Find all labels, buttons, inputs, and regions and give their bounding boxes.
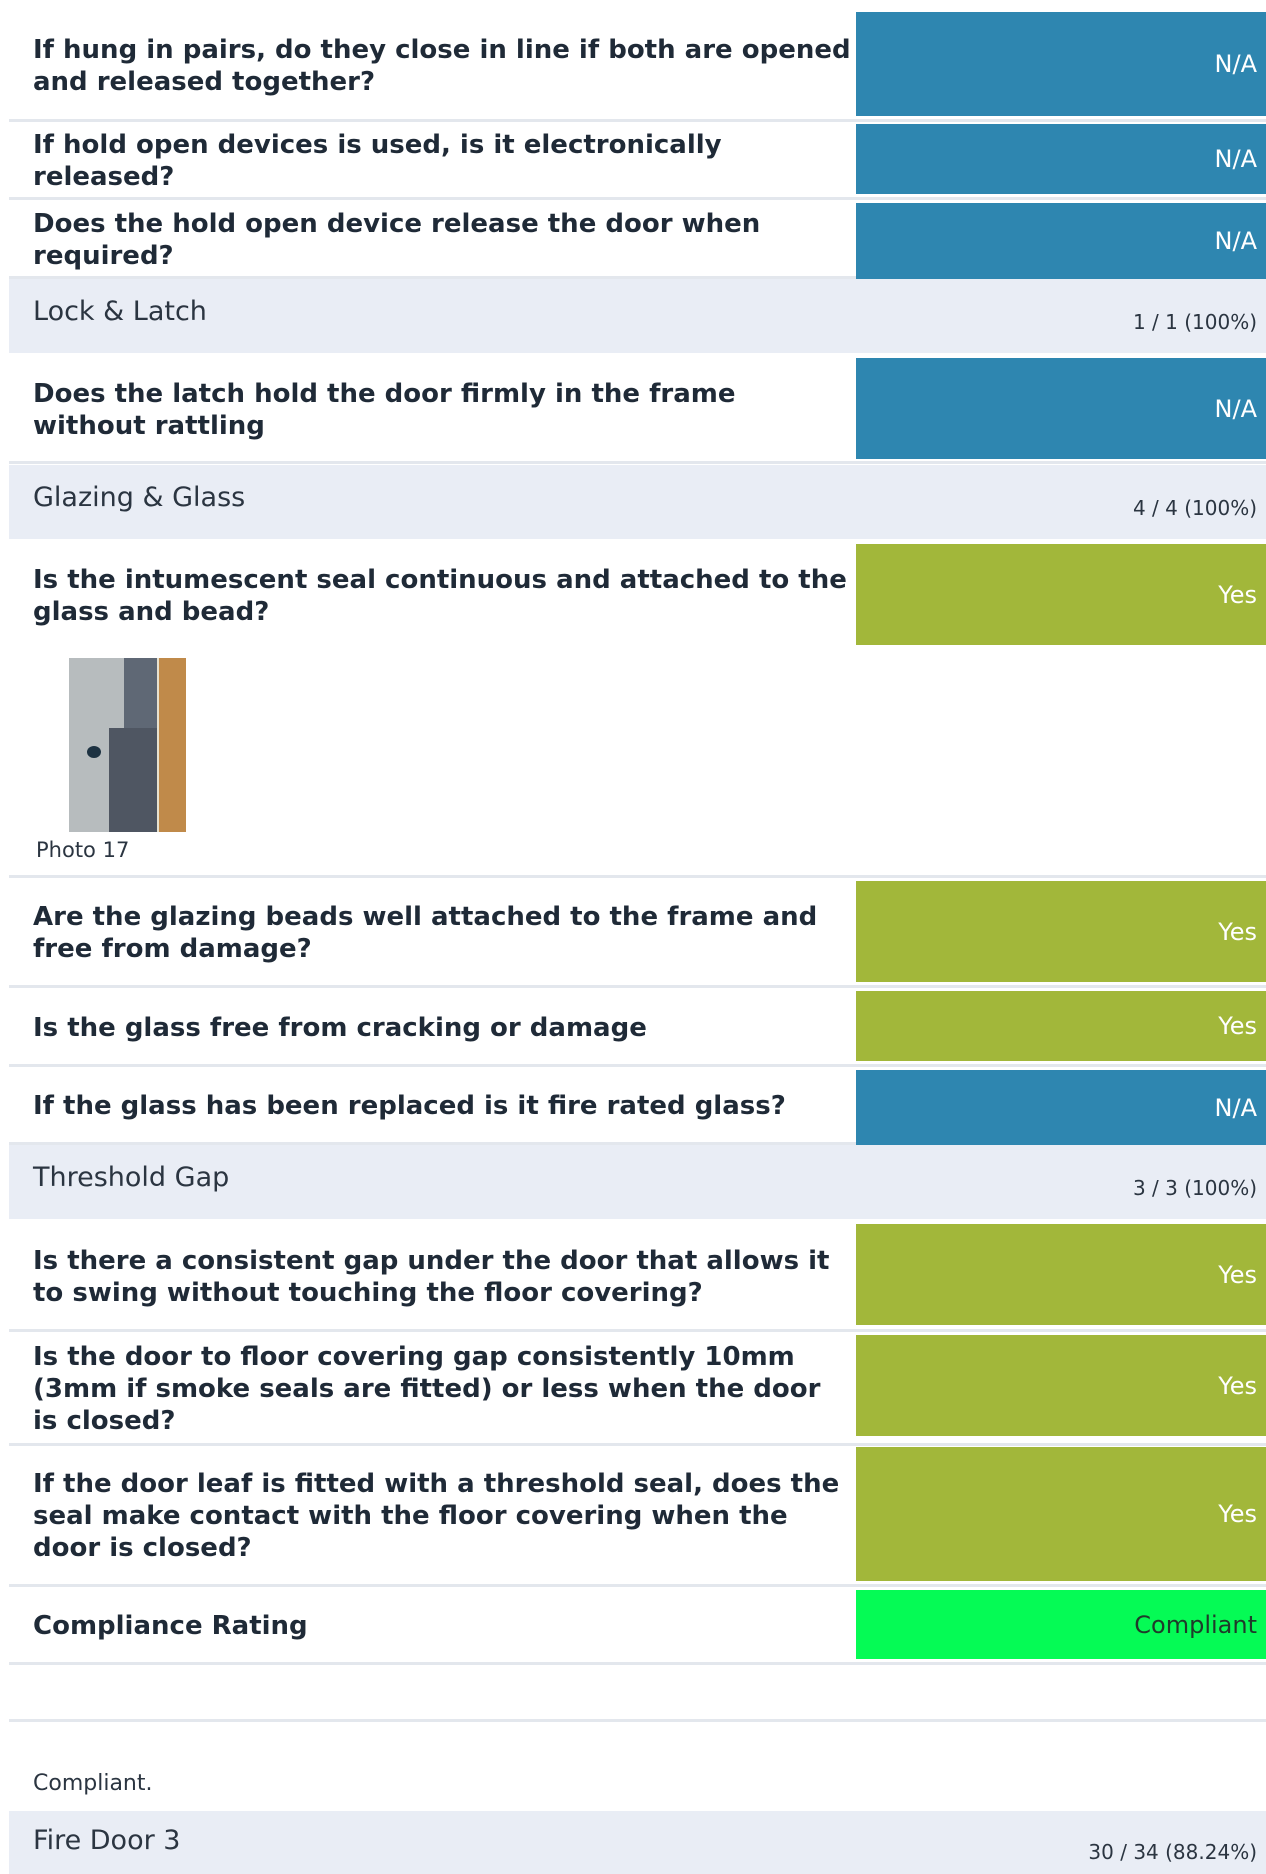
question-text: If hung in pairs, do they close in line … <box>33 34 851 97</box>
door-photo-thumbnail[interactable] <box>69 658 186 832</box>
photo-attachment: Photo 17 <box>9 648 1266 878</box>
answer-badge-na: N/A <box>856 1070 1266 1145</box>
section-header-fire-door-3: Fire Door 3 30 / 34 (88.24%) <box>9 1811 1266 1874</box>
answer-badge-yes: Yes <box>856 544 1266 645</box>
section-score: 30 / 34 (88.24%) <box>1088 1840 1257 1864</box>
question-text: Does the hold open device release the do… <box>33 208 761 271</box>
question-text: If the glass has been replaced is it fir… <box>33 1091 786 1121</box>
answer-badge-na: N/A <box>856 203 1266 279</box>
question-text: Is the door to floor covering gap consis… <box>33 1342 821 1436</box>
question-row: Is the door to floor covering gap consis… <box>9 1335 1266 1446</box>
question-text: Is the intumescent seal continuous and a… <box>33 565 847 627</box>
divider <box>9 875 1266 878</box>
compliance-note: Compliant. <box>33 1771 153 1796</box>
compliance-rating-row: Compliance Rating Compliant <box>9 1590 1266 1665</box>
question-text: If hold open devices is used, is it elec… <box>33 129 722 192</box>
answer-badge-yes: Yes <box>856 1447 1266 1581</box>
answer-badge-yes: Yes <box>856 1335 1266 1436</box>
question-row: Is there a consistent gap under the door… <box>9 1224 1266 1332</box>
answer-badge-na: N/A <box>856 12 1266 116</box>
section-score: 4 / 4 (100%) <box>1132 496 1257 520</box>
section-title: Lock & Latch <box>33 296 207 327</box>
answer-badge-yes: Yes <box>856 991 1266 1061</box>
door-handle-mark <box>87 746 101 758</box>
photo-caption: Photo 17 <box>36 838 130 862</box>
section-score: 1 / 1 (100%) <box>1132 310 1257 334</box>
section-header-threshold-gap: Threshold Gap 3 / 3 (100%) <box>9 1145 1266 1219</box>
section-title: Threshold Gap <box>33 1162 230 1193</box>
question-text: Does the latch hold the door firmly in t… <box>33 378 736 441</box>
section-title: Fire Door 3 <box>33 1825 181 1856</box>
question-text: Is the glass free from cracking or damag… <box>33 1012 647 1043</box>
compliance-rating-badge: Compliant <box>856 1590 1266 1659</box>
answer-badge-na: N/A <box>856 358 1266 459</box>
question-row: If the glass has been replaced is it fir… <box>9 1070 1266 1145</box>
question-row: If hold open devices is used, is it elec… <box>9 124 1266 200</box>
section-title: Glazing & Glass <box>33 482 246 513</box>
section-score: 3 / 3 (100%) <box>1132 1176 1257 1200</box>
divider <box>9 1719 1266 1722</box>
question-row: If hung in pairs, do they close in line … <box>9 12 1266 122</box>
answer-badge-yes: Yes <box>856 1224 1266 1325</box>
question-row: Does the latch hold the door firmly in t… <box>9 358 1266 464</box>
answer-badge-yes: Yes <box>856 881 1266 982</box>
inspection-report: If hung in pairs, do they close in line … <box>9 0 1266 1874</box>
question-row: Is the intumescent seal continuous and a… <box>9 544 1266 648</box>
answer-badge-na: N/A <box>856 124 1266 194</box>
question-text: Is there a consistent gap under the door… <box>33 1245 830 1308</box>
section-header-glazing-glass: Glazing & Glass 4 / 4 (100%) <box>9 465 1266 539</box>
question-text: If the door leaf is fitted with a thresh… <box>33 1468 840 1563</box>
question-row: Are the glazing beads well attached to t… <box>9 881 1266 988</box>
question-row: Does the hold open device release the do… <box>9 203 1266 279</box>
compliance-rating-label: Compliance Rating <box>33 1611 308 1641</box>
question-row: If the door leaf is fitted with a thresh… <box>9 1447 1266 1587</box>
question-row: Is the glass free from cracking or damag… <box>9 991 1266 1067</box>
section-header-lock-latch: Lock & Latch 1 / 1 (100%) <box>9 279 1266 353</box>
question-text: Are the glazing beads well attached to t… <box>33 902 818 964</box>
